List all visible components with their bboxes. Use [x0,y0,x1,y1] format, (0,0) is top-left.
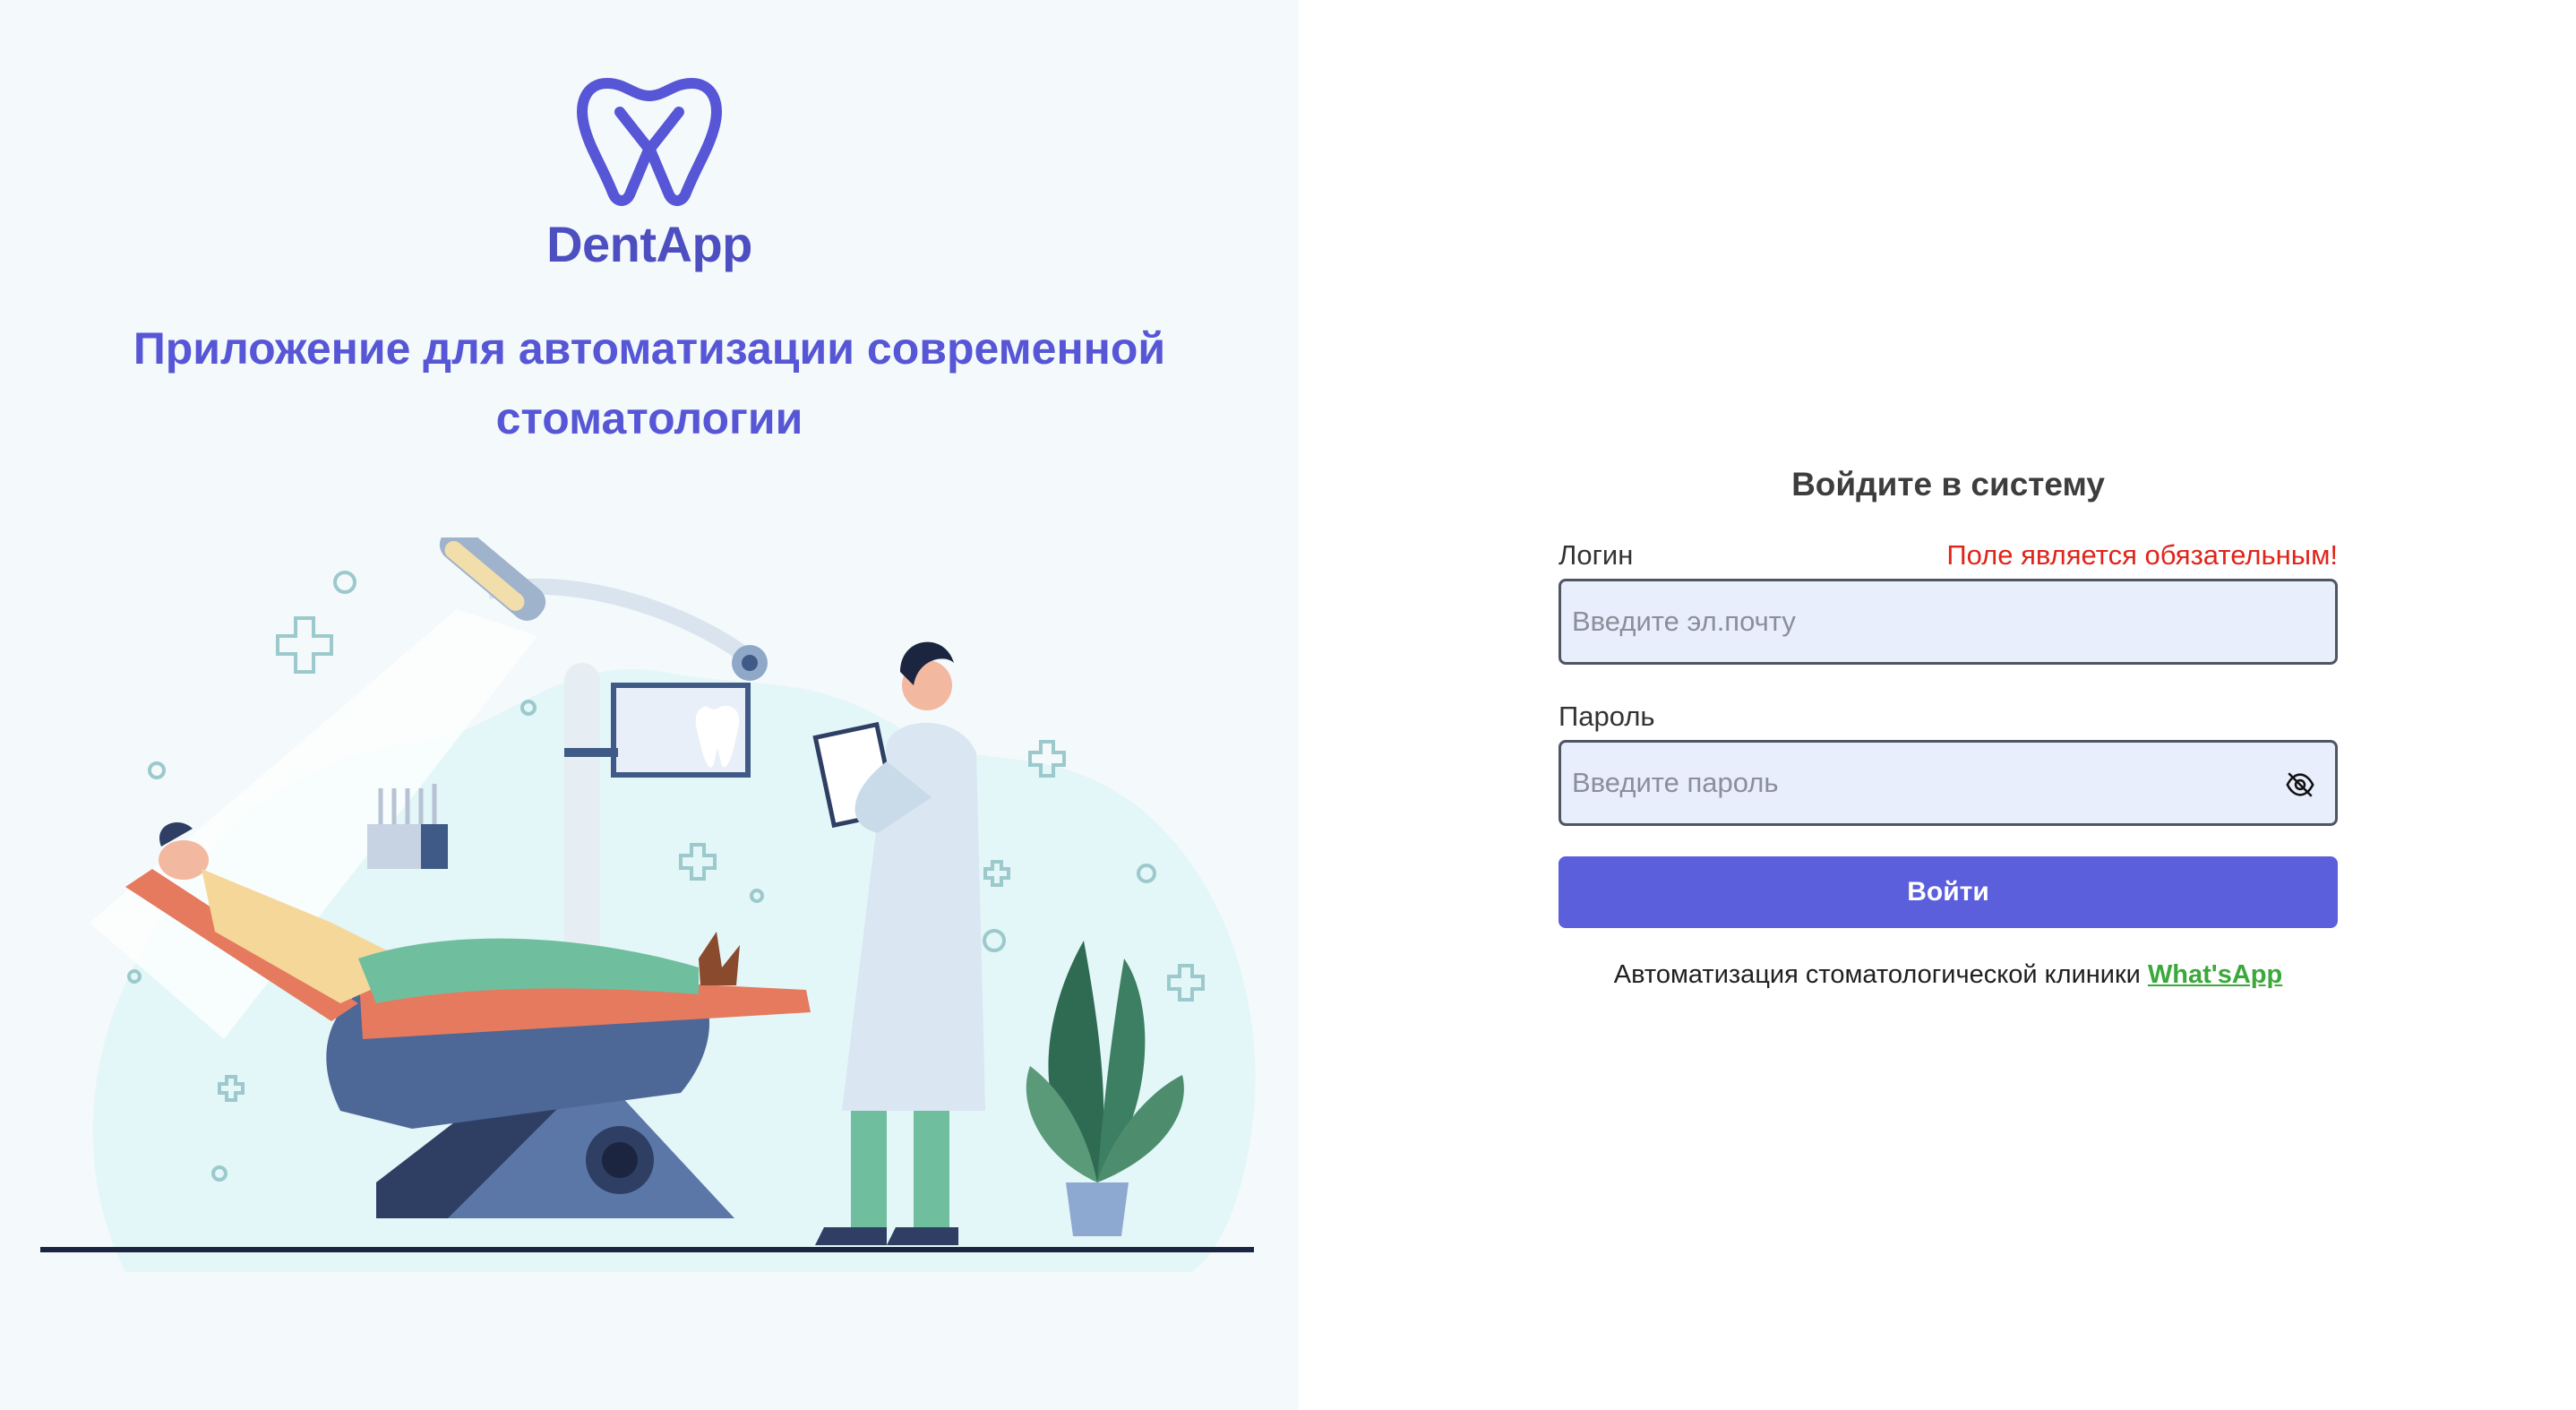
login-panel: Войдите в систему Логин Поле является об… [1299,0,2576,1410]
password-field-header: Пароль [1558,697,2338,733]
dentist-illustration [40,537,1256,1272]
password-input[interactable] [1561,743,2335,823]
eye-slash-icon[interactable] [2285,769,2315,800]
email-input[interactable] [1561,581,2335,662]
password-label: Пароль [1558,701,1655,732]
password-field [1558,740,2338,826]
footer-text: Автоматизация стоматологической клиники [1613,960,2141,989]
email-label: Логин [1558,539,1634,571]
form-title: Войдите в систему [1791,466,2105,503]
branding-panel: DentApp Приложение для автоматизации сов… [0,0,1299,1410]
login-form: Войдите в систему Логин Поле является об… [1558,466,2338,990]
login-button[interactable]: Войти [1558,856,2338,928]
footer: Автоматизация стоматологической клиники … [1558,960,2338,990]
login-page: DentApp Приложение для автоматизации сов… [0,0,2576,1410]
brand-name: DentApp [546,216,752,272]
tooth-icon [577,78,722,206]
email-field-header: Логин Поле является обязательным! [1558,536,2338,572]
dentapp-logo: DentApp [537,76,761,273]
email-error-message: Поле является обязательным! [1946,539,2338,571]
email-field [1558,579,2338,665]
tagline: Приложение для автоматизации современной… [133,323,1166,443]
whatsapp-link[interactable]: What'sApp [2148,960,2282,989]
